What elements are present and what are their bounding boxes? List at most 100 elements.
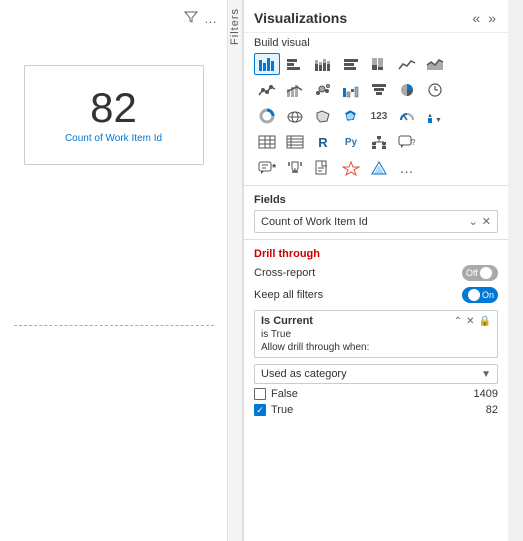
viz-icon-matrix[interactable] [282,131,308,153]
filter-sort-icon[interactable]: ⌃ [454,316,462,327]
svg-text:▲: ▲ [427,113,433,119]
viz-icon-map[interactable] [282,105,308,127]
cross-report-row: Cross-report Off [244,262,508,284]
viz-icon-decomp[interactable] [366,131,392,153]
filter-lock-icon[interactable]: 🔒 [479,316,491,327]
viz-icon-bar2[interactable] [282,53,308,75]
filter-box-title: Is Current [261,315,313,327]
more-icon[interactable]: … [204,11,217,26]
checkbox-true-left: ✓ True [254,404,293,416]
viz-icon-waterfall[interactable] [338,79,364,101]
svg-text:★: ★ [271,162,276,170]
keep-filters-toggle-text: On [482,290,494,300]
keep-filters-label: Keep all filters [254,289,323,301]
filter-icon[interactable] [184,10,198,27]
drill-through-label: Drill through [244,244,508,262]
viz-icon-line2[interactable] [254,79,280,101]
viz-icon-123[interactable]: 123 [366,105,392,127]
viz-icon-custom[interactable] [338,157,364,179]
viz-icon-R[interactable]: R [310,131,336,153]
viz-type-row-5: ★ … [244,155,508,181]
viz-icon-area[interactable] [422,53,448,75]
viz-icon-Py[interactable]: Py [338,131,364,153]
viz-icon-more[interactable]: … [394,157,420,179]
viz-icon-azure[interactable] [366,157,392,179]
dotted-divider [14,325,214,326]
card-visual: 82 Count of Work Item Id [24,65,204,165]
filter-drill-label: Allow drill through when: [261,342,491,353]
dropdown-value: Used as category [261,368,347,380]
checkbox-true[interactable]: ✓ [254,404,266,416]
viz-icon-qa[interactable]: ? [394,131,420,153]
field-chip-text: Count of Work Item Id [261,216,368,228]
viz-icon-pie[interactable] [394,79,420,101]
viz-icon-shapemap[interactable] [310,105,336,127]
svg-text:▼: ▼ [435,117,442,124]
filter-box: Is Current ⌃ ✕ 🔒 is True Allow drill thr… [254,310,498,358]
checkbox-false[interactable] [254,388,266,400]
expand-field-icon[interactable]: ⌄ [469,215,478,228]
visualizations-panel: Visualizations « » Build visual [243,0,508,541]
viz-header: Visualizations « » [244,0,508,33]
viz-icon-clock[interactable] [422,79,448,101]
filter-close-icon[interactable]: ✕ [466,316,474,327]
cross-report-toggle[interactable]: Off [462,265,498,281]
viz-icon-combo[interactable] [282,79,308,101]
divider-1 [244,185,508,186]
collapse-icon[interactable]: « [470,8,482,28]
viz-icon-kpi[interactable]: ▲▼ [422,105,448,127]
checkbox-row-true: ✓ True 82 [244,402,508,418]
cross-report-toggle-text: Off [466,268,478,278]
checkbox-true-label: True [271,404,293,416]
viz-icon-donut[interactable] [254,105,280,127]
viz-type-row-1 [244,51,508,77]
svg-text:?: ? [411,138,416,147]
viz-icon-scatter[interactable] [310,79,336,101]
expand-icon[interactable]: » [486,8,498,28]
divider-2 [244,239,508,240]
field-chip: Count of Work Item Id ⌄ ✕ [254,210,498,233]
viz-icon-bar4[interactable] [366,53,392,75]
keep-filters-toggle[interactable]: On [462,287,498,303]
checkbox-false-label: False [271,388,298,400]
left-panel: … 82 Count of Work Item Id [0,0,228,541]
checkbox-row-false: False 1409 [244,386,508,402]
keep-filters-knob [468,289,480,301]
viz-icon-table[interactable] [254,131,280,153]
viz-type-row-3: 123 ▲▼ [244,103,508,129]
viz-icon-bar3[interactable] [338,53,364,75]
viz-icon-filled-map[interactable] [338,105,364,127]
viz-icon-paginated[interactable] [310,157,336,179]
card-label: Count of Work Item Id [65,133,162,144]
filters-sidebar: Filters [228,0,243,541]
viz-icon-gauge[interactable] [394,105,420,127]
keep-filters-row: Keep all filters On [244,284,508,306]
filter-sub-text: is True [261,329,491,340]
filter-box-header: Is Current ⌃ ✕ 🔒 [261,315,491,327]
viz-icon-bar[interactable] [254,53,280,75]
viz-icon-funnel[interactable] [366,79,392,101]
filters-label: Filters [229,8,241,45]
cross-report-knob [480,267,492,279]
field-chip-icons: ⌄ ✕ [469,215,491,228]
viz-icon-stacked[interactable] [310,53,336,75]
cross-report-label: Cross-report [254,267,315,279]
category-dropdown[interactable]: Used as category ▼ [254,364,498,384]
dropdown-arrow-icon: ▼ [481,369,491,380]
left-panel-header: … [10,10,217,27]
build-visual-label: Build visual [244,33,508,51]
viz-type-row-4: R Py ? [244,129,508,155]
fields-section-label: Fields [244,190,508,208]
card-number: 82 [90,87,137,129]
viz-header-icons: « » [470,8,498,28]
remove-field-icon[interactable]: ✕ [482,215,491,228]
checkbox-true-count: 82 [486,404,498,416]
viz-icon-line[interactable] [394,53,420,75]
filter-box-icons: ⌃ ✕ 🔒 [454,316,491,327]
viz-type-row-2 [244,77,508,103]
viz-icon-trophy[interactable] [282,157,308,179]
checkbox-false-left: False [254,388,298,400]
checkbox-false-count: 1409 [474,388,498,400]
viz-icon-smart[interactable]: ★ [254,157,280,179]
viz-title: Visualizations [254,10,347,26]
